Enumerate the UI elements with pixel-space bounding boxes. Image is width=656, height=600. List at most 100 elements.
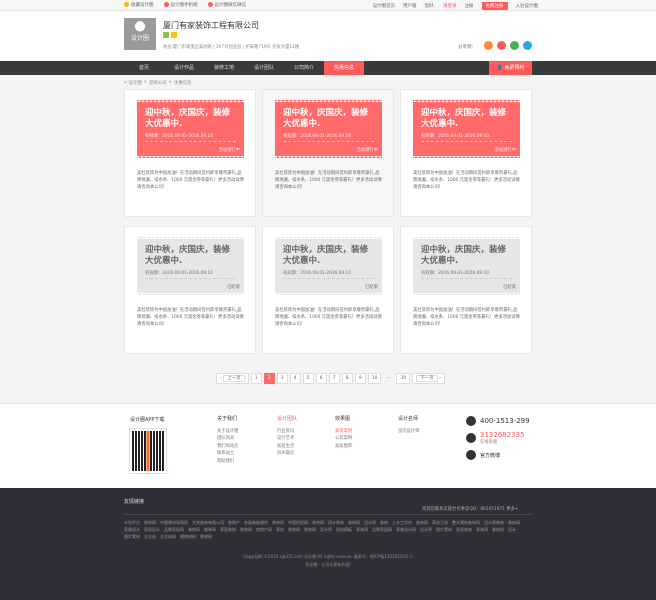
friend-link[interactable]: 企业站	[144, 534, 156, 540]
qq-icon[interactable]	[523, 41, 532, 50]
friend-link[interactable]: 网站模板	[336, 527, 352, 533]
coupon-card[interactable]: 迎中秋，庆国庆，装修大优惠中. 有效期：2016.09.01-2016.09.1…	[400, 89, 532, 217]
footer-link[interactable]: 室内设计师	[398, 428, 419, 436]
friend-link[interactable]: 装修网	[272, 520, 284, 526]
friend-link[interactable]: 家装设计	[124, 527, 140, 533]
friend-link[interactable]: 中国建材采购网	[160, 520, 188, 526]
friend-link[interactable]: 整木建筑装饰网	[452, 520, 480, 526]
footer-link[interactable]: 设计艺术	[277, 435, 297, 443]
next-page-button[interactable]: 下一页 ›	[412, 373, 445, 384]
friend-link[interactable]: 装修网	[240, 527, 252, 533]
breadcrumb-home[interactable]: 设计圈	[129, 80, 142, 86]
friend-link[interactable]: 钢琴网	[204, 527, 216, 533]
friend-link[interactable]: 中国招投网	[288, 520, 308, 526]
coupon-card[interactable]: 迎中秋，庆国庆，装修大优惠中. 有效期：2016.09.01-2016.09.1…	[124, 226, 256, 354]
wechat-link[interactable]: 设计圈微信微信	[207, 2, 246, 8]
friend-link[interactable]: 装修网	[144, 520, 156, 526]
home-link[interactable]: 设计圈首页	[373, 3, 396, 9]
friend-link[interactable]: 家居装饰	[220, 527, 236, 533]
friend-link[interactable]: 装修	[380, 520, 388, 526]
user-version-link[interactable]: 用户版	[403, 3, 417, 9]
coupon-card[interactable]: 迎中秋，庆国庆，装修大优惠中. 有效期：2016.09.01-2016.09.1…	[262, 89, 394, 217]
page-button[interactable]: 8	[341, 373, 353, 384]
page-button[interactable]: 6	[315, 373, 327, 384]
page-button[interactable]: 5	[302, 373, 314, 384]
page-button[interactable]: 4	[289, 373, 301, 384]
friend-link[interactable]: 家居设计	[144, 527, 160, 533]
prev-page-button[interactable]: ‹ 上一页	[216, 373, 249, 384]
nav-sites[interactable]: 装修工地	[204, 61, 244, 75]
wechat-share-icon[interactable]	[510, 41, 519, 50]
footer-link[interactable]: 家居生活	[277, 443, 297, 451]
friend-link[interactable]: 品牌家居网	[164, 527, 184, 533]
friend-link[interactable]: 装修网	[200, 534, 212, 540]
qq-number[interactable]: 3132682335	[480, 431, 525, 439]
friend-link[interactable]: 设计师装修	[484, 520, 504, 526]
friend-link[interactable]: 设计师	[320, 527, 332, 533]
breadcrumb-companies[interactable]: 装修公司	[149, 80, 166, 86]
friend-link[interactable]: 装修网	[188, 527, 200, 533]
nav-home[interactable]: 首页	[124, 61, 164, 75]
login-link[interactable]: 请登录	[443, 3, 457, 9]
coupon-card[interactable]: 迎中秋，庆国庆，装修大优惠中. 有效期：2016.09.01-2016.09.1…	[262, 226, 394, 354]
friend-link[interactable]: 建筑材料	[180, 534, 196, 540]
nav-offers[interactable]: 优惠信息	[324, 61, 364, 75]
coupon-card[interactable]: 迎中秋，庆国庆，装修大优惠中. 有效期：2016.09.01-2016.09.1…	[124, 89, 256, 217]
friend-link[interactable]: 家装网	[476, 527, 488, 533]
join-link[interactable]: 入驻设计圈	[516, 3, 539, 9]
footer-link[interactable]: 公装案例	[335, 435, 352, 443]
friend-link[interactable]: 房屋装修建材	[244, 520, 268, 526]
friend-link[interactable]: 家居装饰	[456, 527, 472, 533]
nav-works[interactable]: 设计作品	[164, 61, 204, 75]
friend-link[interactable]: 家装设计网	[396, 527, 416, 533]
current-page[interactable]: 2	[263, 373, 275, 384]
page-button[interactable]: 10	[367, 373, 382, 384]
friend-link[interactable]: 图片素材	[436, 527, 452, 533]
footer-link[interactable]: 关于设计圈	[217, 428, 238, 436]
qzone-icon[interactable]	[484, 41, 493, 50]
register-link[interactable]: 注册	[465, 3, 474, 9]
footer-link[interactable]: 行业资讯	[277, 428, 297, 436]
friend-link[interactable]: 房地产	[228, 520, 240, 526]
mobile-link[interactable]: 设计圈手机端	[163, 2, 198, 8]
page-button[interactable]: 30	[396, 373, 411, 384]
page-button[interactable]: 3	[276, 373, 288, 384]
weibo-link[interactable]: 官方微博	[480, 452, 500, 459]
friend-link[interactable]: 品牌家居网	[372, 527, 392, 533]
friend-link[interactable]: 设计装饰	[328, 520, 344, 526]
friend-link[interactable]: 设计	[508, 527, 516, 533]
coupon-card[interactable]: 迎中秋，庆国庆，装修大优惠中. 有效期：2016.09.01-2016.09.1…	[400, 226, 532, 354]
friend-link[interactable]: 图片素材	[124, 534, 140, 540]
nav-about[interactable]: 公司简介	[284, 61, 324, 75]
friend-link[interactable]: 装修网	[348, 520, 360, 526]
friend-link[interactable]: 装修网	[288, 527, 300, 533]
footer-link[interactable]: 家装案例	[335, 428, 352, 436]
footer-link[interactable]: 风水篇论	[277, 450, 297, 458]
friend-link[interactable]: 装修网	[312, 520, 324, 526]
friend-link[interactable]: 上木工作台	[392, 520, 412, 526]
friend-links-contact[interactable]: 欢迎您联系友链合作事宜QQ：865451971 更多+	[422, 506, 519, 512]
friend-link[interactable]: 家纺卫浴	[432, 520, 448, 526]
company-logo[interactable]: ⬤ 设计圈	[124, 18, 156, 50]
weibo-icon[interactable]	[497, 41, 506, 50]
page-button[interactable]: 9	[354, 373, 366, 384]
footer-link[interactable]: 帮助我们	[217, 458, 238, 466]
friend-link[interactable]: 装饰网	[508, 520, 520, 526]
free-register-button[interactable]: 免费注册	[481, 2, 508, 10]
friend-link[interactable]: 装修网	[492, 527, 504, 533]
free-booking-button[interactable]: 👤 免费预约	[489, 61, 532, 75]
friend-link[interactable]: 设计师	[420, 527, 432, 533]
footer-link[interactable]: 团队风采	[217, 435, 238, 443]
favorite-link[interactable]: 收藏设计圈	[124, 2, 154, 8]
friend-link[interactable]: 家纺	[276, 527, 284, 533]
friend-link[interactable]: 大宅装饰有限公司	[192, 520, 224, 526]
friend-link[interactable]: 装修网	[416, 520, 428, 526]
page-button[interactable]: 1	[250, 373, 262, 384]
friend-link[interactable]: 设计网	[364, 520, 376, 526]
friend-link[interactable]: 装修网	[304, 527, 316, 533]
friend-link[interactable]: 企业站网	[160, 534, 176, 540]
footer-link[interactable]: 家居图库	[335, 443, 352, 451]
footer-link[interactable]: 我们的动态	[217, 443, 238, 451]
nav-team[interactable]: 设计团队	[244, 61, 284, 75]
friend-link[interactable]: 家装网	[356, 527, 368, 533]
